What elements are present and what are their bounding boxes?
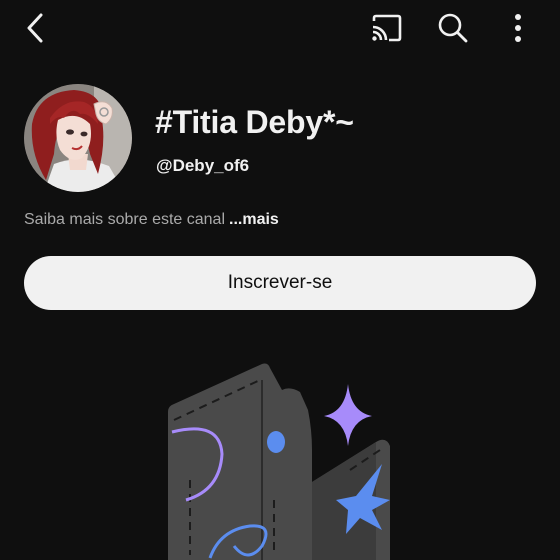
channel-about[interactable]: Saiba mais sobre este canal ...mais	[24, 211, 279, 229]
channel-name: #Titia Deby*~	[155, 104, 354, 140]
top-app-bar	[0, 0, 560, 56]
more-vert-icon	[515, 14, 521, 42]
video-placeholder-illustration	[168, 363, 390, 560]
search-button[interactable]	[431, 6, 475, 50]
cast-icon	[372, 14, 402, 42]
channel-handle: @Deby_of6	[156, 156, 250, 175]
avatar-illustration	[24, 84, 132, 192]
search-icon	[438, 13, 468, 43]
more-options-button[interactable]	[496, 6, 540, 50]
empty-state-illustration	[150, 350, 410, 560]
cast-button[interactable]	[364, 6, 408, 50]
about-more-link[interactable]: ...mais	[229, 211, 279, 228]
back-button[interactable]	[14, 6, 58, 50]
about-text: Saiba mais sobre este canal	[24, 211, 225, 228]
chevron-left-icon	[27, 13, 43, 43]
subscribe-button[interactable]: Inscrever-se	[24, 256, 536, 310]
channel-avatar[interactable]	[24, 84, 132, 192]
channel-page: #Titia Deby*~ @Deby_of6 Saiba mais sobre…	[0, 0, 560, 560]
